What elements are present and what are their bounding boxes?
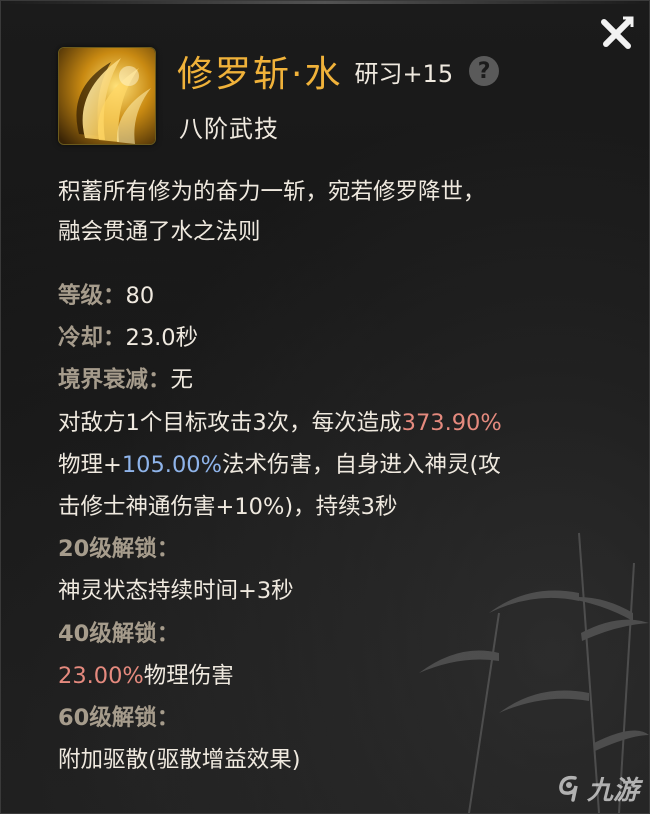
- skill-tier: 八阶武技: [179, 115, 279, 143]
- nine-game-logo-icon: [559, 775, 578, 802]
- magic-damage-percent: 105.00%: [121, 451, 222, 478]
- unlock-60-label: 60级解锁：: [58, 705, 180, 732]
- unlock-60-text: 附加驱散(驱散增益效果): [58, 747, 301, 774]
- watermark: 九游: [555, 770, 639, 807]
- realm-decay-row: 境界衰减：无: [58, 359, 628, 401]
- skill-description: 积蓄所有修为的奋力一斩，宛若修罗降世， 融会贯通了水之法则: [58, 172, 618, 252]
- effect-text: 法术伤害，自身进入神灵(攻: [221, 451, 501, 478]
- skill-tooltip-panel: 修罗斩·水 研习+15 ? 八阶武技 积蓄所有修为的奋力一斩，宛若修罗降世， 融…: [0, 0, 650, 814]
- title-row: 修罗斩·水 研习+15 ?: [177, 45, 500, 97]
- study-level: 研习+15: [354, 59, 454, 88]
- unlock-20-label: 20级解锁：: [58, 536, 180, 563]
- skill-name: 修罗斩·水: [177, 54, 343, 95]
- level-value: 80: [125, 283, 155, 309]
- close-button[interactable]: [597, 13, 637, 53]
- unlock-40-text: 物理伤害: [143, 662, 234, 689]
- realm-decay-label: 境界衰减：: [58, 367, 171, 394]
- unlock-20-text: 神灵状态持续时间+3秒: [58, 578, 294, 605]
- description-line: 融会贯通了水之法则: [58, 219, 261, 245]
- unlock-40-row: 23.00%物理伤害: [58, 655, 628, 697]
- watermark-text: 九游: [586, 776, 639, 806]
- cooldown-label: 冷却：: [58, 325, 126, 352]
- effect-text: 物理+: [58, 451, 122, 478]
- effect-line: 物理+105.00%法术伤害，自身进入神灵(攻: [58, 444, 628, 486]
- unlock-40-label: 40级解锁：: [58, 620, 180, 647]
- slash-icon: [59, 48, 155, 144]
- skill-stats: 等级：80 冷却：23.0秒 境界衰减：无 对敌方1个目标攻击3次，每次造成37…: [58, 275, 628, 781]
- close-icon: [601, 16, 634, 49]
- level-row: 等级：80: [58, 275, 628, 317]
- description-line: 积蓄所有修为的奋力一斩，宛若修罗降世，: [58, 179, 486, 205]
- effect-line: 击修士神通伤害+10%)，持续3秒: [58, 486, 628, 528]
- skill-icon: [58, 47, 156, 145]
- effect-text: 对敌方1个目标攻击3次，每次造成: [58, 409, 402, 436]
- help-button[interactable]: ?: [469, 56, 500, 86]
- effect-text: 击修士神通伤害+10%)，持续3秒: [58, 494, 398, 521]
- effect-line: 对敌方1个目标攻击3次，每次造成373.90%: [58, 402, 628, 444]
- cooldown-value: 23.0秒: [125, 325, 199, 352]
- realm-decay-value: 无: [170, 367, 194, 394]
- level-label: 等级：: [58, 283, 126, 309]
- top-divider: [1, 1, 649, 4]
- unlock-40-percent: 23.00%: [58, 662, 144, 689]
- cooldown-row: 冷却：23.0秒: [58, 317, 628, 359]
- physical-damage-percent: 373.90%: [401, 409, 502, 436]
